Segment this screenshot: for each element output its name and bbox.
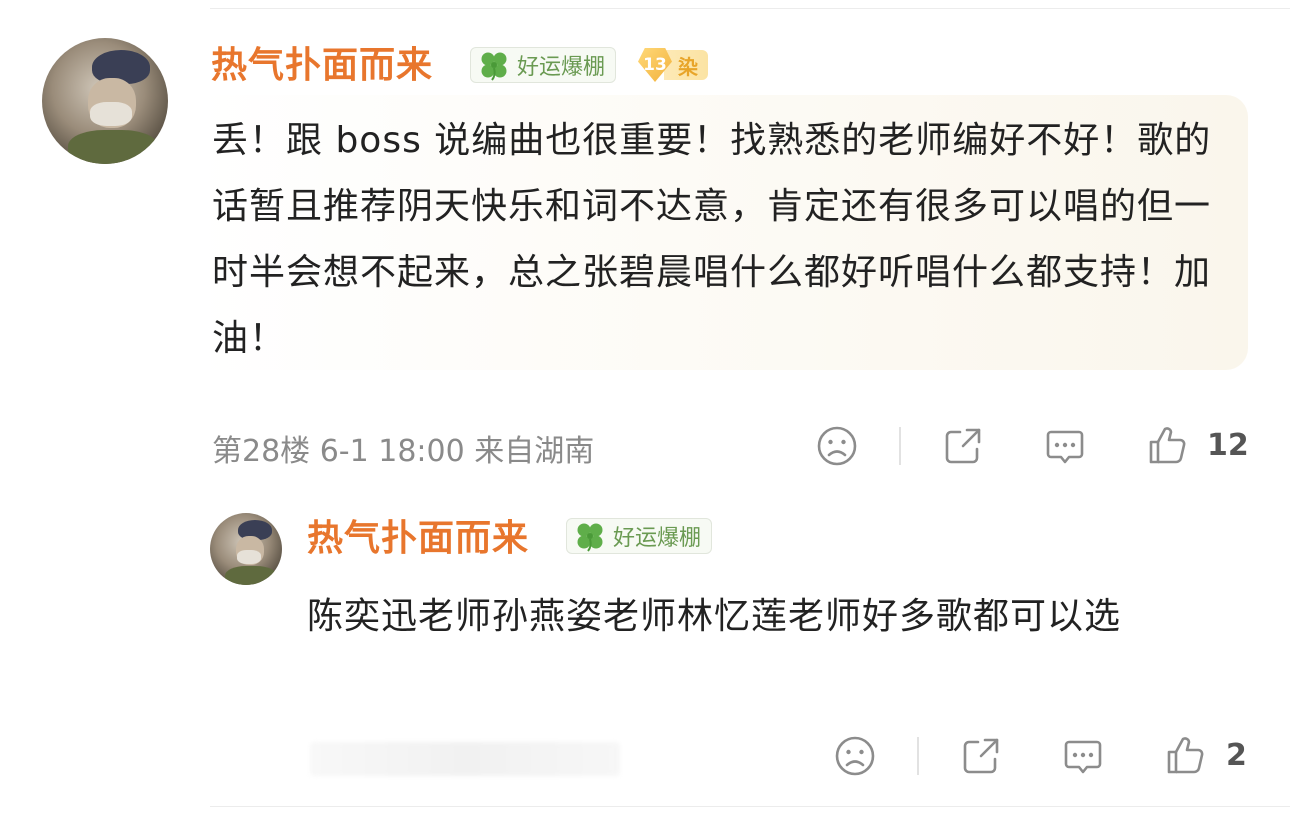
bottom-divider	[210, 806, 1290, 807]
thumbs-up-icon[interactable]	[1145, 423, 1189, 467]
share-icon[interactable]	[959, 734, 1003, 778]
avatar[interactable]	[42, 38, 168, 164]
comment-icon[interactable]	[1061, 734, 1105, 778]
comment-username[interactable]: 热气扑面而来	[211, 48, 433, 84]
top-divider	[210, 8, 1290, 9]
reply-like-count: 2	[1226, 738, 1247, 773]
reply-username[interactable]: 热气扑面而来	[307, 521, 529, 557]
reply-avatar[interactable]	[210, 513, 282, 585]
share-icon[interactable]	[941, 424, 985, 468]
action-separator	[917, 737, 919, 775]
thumbs-up-icon[interactable]	[1163, 733, 1207, 777]
luck-badge[interactable]: 好运爆棚	[470, 47, 617, 83]
sad-face-icon[interactable]	[815, 424, 859, 468]
reply-meta-blurred	[310, 742, 620, 776]
comment-icon[interactable]	[1043, 424, 1087, 468]
fan-level-badge[interactable]: 13 染	[638, 46, 718, 84]
sad-face-icon[interactable]	[833, 734, 877, 778]
comment-meta: 第28楼 6-1 18:00 来自湖南	[212, 434, 595, 469]
reply-luck-badge[interactable]: 好运爆棚	[566, 518, 713, 554]
clover-icon	[577, 523, 603, 552]
action-separator	[899, 427, 901, 465]
badge-label: 好运爆棚	[517, 55, 606, 80]
fan-level-label: 染	[664, 50, 708, 80]
like-count: 12	[1207, 428, 1249, 463]
comment-text[interactable]: 丢！跟 boss 说编曲也很重要！找熟悉的老师编好不好！歌的话暂且推荐阴天快乐和…	[212, 108, 1232, 372]
badge-label: 好运爆棚	[613, 526, 702, 551]
reply-text[interactable]: 陈奕迅老师孙燕姿老师林忆莲老师好多歌都可以选	[307, 582, 1267, 652]
clover-icon	[481, 52, 507, 81]
